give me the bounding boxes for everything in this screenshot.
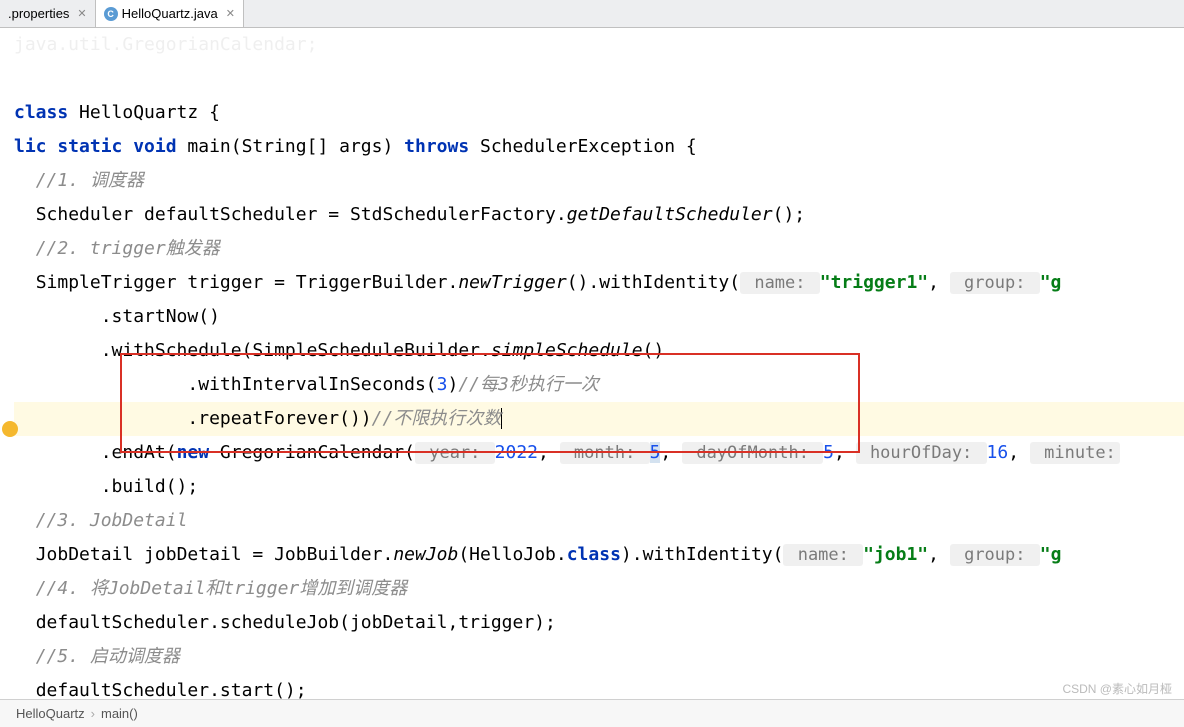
code-line: .startNow() (14, 300, 1184, 334)
breadcrumb[interactable]: HelloQuartz › main() (0, 699, 1184, 727)
code-line: .build(); (14, 470, 1184, 504)
code-line: lic static void main(String[] args) thro… (14, 130, 1184, 164)
tab-bar: .properties ✕ C HelloQuartz.java ✕ (0, 0, 1184, 28)
code-line: class HelloQuartz { (14, 96, 1184, 130)
intention-bulb-icon[interactable] (2, 421, 18, 437)
param-hint-minute: minute: (1030, 442, 1120, 464)
code-line: //3. JobDetail (14, 504, 1184, 538)
code-line: .withIntervalInSeconds(3)//每3秒执行一次 (14, 368, 1184, 402)
code-line: //2. trigger触发器 (14, 232, 1184, 266)
code-line: defaultScheduler.scheduleJob(jobDetail,t… (14, 606, 1184, 640)
param-hint-day: dayOfMonth: (682, 442, 823, 464)
code-line: java.util.GregorianCalendar; (14, 28, 1184, 62)
chevron-right-icon: › (91, 706, 95, 721)
java-class-icon: C (104, 7, 118, 21)
breadcrumb-item[interactable]: main() (101, 706, 138, 721)
code-line: JobDetail jobDetail = JobBuilder.newJob(… (14, 538, 1184, 572)
breadcrumb-item[interactable]: HelloQuartz (16, 706, 85, 721)
code-line: .withSchedule(SimpleScheduleBuilder.simp… (14, 334, 1184, 368)
param-hint-name: name: (783, 544, 863, 566)
close-icon[interactable]: ✕ (226, 7, 235, 20)
code-line: //4. 将JobDetail和trigger增加到调度器 (14, 572, 1184, 606)
watermark: CSDN @素心如月桠 (1062, 680, 1172, 697)
param-hint-name: name: (740, 272, 820, 294)
tab-label: HelloQuartz.java (122, 6, 218, 21)
param-hint-year: year: (415, 442, 495, 464)
param-hint-hour: hourOfDay: (856, 442, 987, 464)
tab-properties[interactable]: .properties ✕ (0, 0, 96, 27)
code-line-current: .repeatForever())//不限执行次数 (14, 402, 1184, 436)
close-icon[interactable]: ✕ (77, 7, 86, 20)
code-line: Scheduler defaultScheduler = StdSchedule… (14, 198, 1184, 232)
code-editor[interactable]: java.util.GregorianCalendar; class Hello… (0, 28, 1184, 699)
tab-helloquartz[interactable]: C HelloQuartz.java ✕ (96, 0, 244, 27)
code-line (14, 62, 1184, 96)
code-line: .endAt(new GregorianCalendar( year: 2022… (14, 436, 1184, 470)
param-hint-group: group: (950, 544, 1040, 566)
param-hint-month: month: (560, 442, 650, 464)
code-line: //1. 调度器 (14, 164, 1184, 198)
param-hint-group: group: (950, 272, 1040, 294)
tab-label: .properties (8, 6, 69, 21)
code-line: defaultScheduler.start(); (14, 674, 1184, 699)
code-line: //5. 启动调度器 (14, 640, 1184, 674)
code-line: SimpleTrigger trigger = TriggerBuilder.n… (14, 266, 1184, 300)
